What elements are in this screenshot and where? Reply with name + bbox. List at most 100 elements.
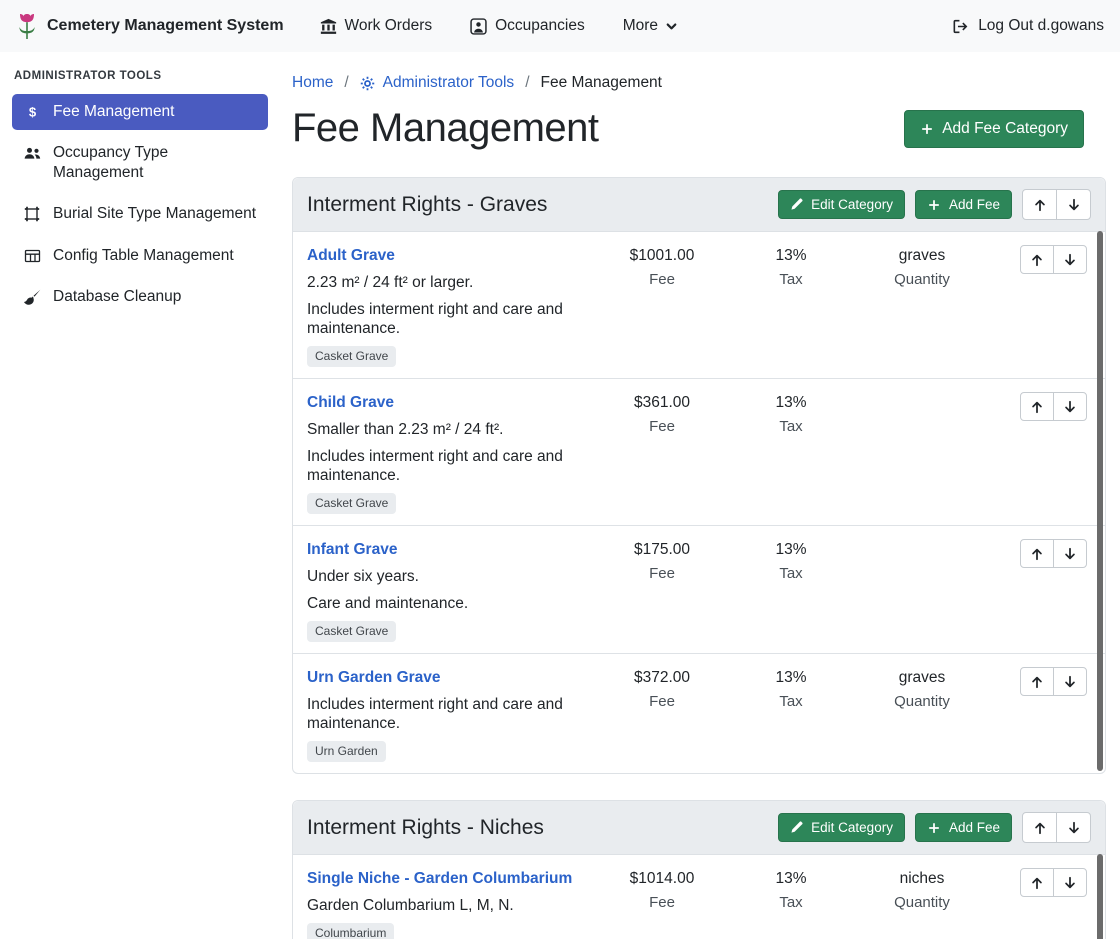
category-list: Interment Rights - Graves Edit Category … (292, 177, 1106, 939)
svg-text:$: $ (28, 105, 36, 120)
category-title: Interment Rights - Graves (307, 193, 547, 217)
tax-value: 13% (743, 540, 839, 559)
edit-category-button[interactable]: Edit Category (778, 813, 905, 842)
fee-type-badge: Casket Grave (307, 493, 396, 514)
arrow-up-icon (1033, 821, 1047, 835)
add-fee-button[interactable]: Add Fee (915, 190, 1012, 219)
fee-type-badge: Urn Garden (307, 741, 386, 762)
fee-description: Smaller than 2.23 m² / 24 ft². (307, 420, 581, 439)
move-fee-up-button[interactable] (1020, 667, 1054, 696)
fee-name-link[interactable]: Child Grave (307, 393, 394, 412)
fee-row: Urn Garden Grave Includes interment righ… (293, 653, 1105, 773)
fee-description: Includes interment right and care and ma… (307, 447, 581, 485)
fee-column-label: Fee (603, 894, 721, 912)
move-category-down-button[interactable] (1056, 189, 1091, 220)
quantity-unit: graves (861, 246, 983, 265)
card-scrollbar[interactable] (1097, 231, 1103, 771)
people-icon (22, 145, 42, 161)
app-brand[interactable]: Cemetery Management System (16, 13, 284, 40)
page-header: Fee Management Add Fee Category (292, 106, 1106, 151)
fee-row: Child Grave Smaller than 2.23 m² / 24 ft… (293, 378, 1105, 525)
arrow-up-icon (1030, 547, 1044, 561)
edit-category-button[interactable]: Edit Category (778, 190, 905, 219)
category-header: Interment Rights - Niches Edit Category … (293, 801, 1105, 855)
occupancies-icon (470, 18, 487, 35)
app-logo-icon (16, 13, 38, 40)
quantity-column-label: Quantity (861, 894, 983, 912)
arrow-down-icon (1063, 547, 1077, 561)
sidebar-item-fee-management[interactable]: $ Fee Management (12, 94, 268, 130)
tax-column-label: Tax (743, 271, 839, 289)
breadcrumb-separator: / (344, 74, 348, 92)
sidebar-item-burial-site-type-management[interactable]: Burial Site Type Management (12, 196, 268, 232)
move-fee-down-button[interactable] (1053, 667, 1087, 696)
arrow-up-icon (1030, 876, 1044, 890)
cleanup-icon (22, 289, 42, 306)
add-fee-button[interactable]: Add Fee (915, 813, 1012, 842)
fee-description: Includes interment right and care and ma… (307, 300, 581, 338)
tax-value: 13% (743, 393, 839, 412)
fee-description: Care and maintenance. (307, 594, 581, 613)
breadcrumb-separator: / (525, 74, 529, 92)
arrow-down-icon (1063, 400, 1077, 414)
nav-item-occupancies[interactable]: Occupancies (470, 17, 585, 35)
move-category-up-button[interactable] (1022, 189, 1057, 220)
fee-name-link[interactable]: Adult Grave (307, 246, 395, 265)
add-fee-category-button[interactable]: Add Fee Category (904, 110, 1084, 148)
fee-name-link[interactable]: Single Niche - Garden Columbarium (307, 869, 572, 888)
move-fee-up-button[interactable] (1020, 868, 1054, 897)
quantity-unit: graves (861, 668, 983, 687)
fee-description: Includes interment right and care and ma… (307, 695, 581, 733)
move-fee-down-button[interactable] (1053, 868, 1087, 897)
breadcrumb-admin-tools-label: Administrator Tools (383, 74, 515, 92)
burial-site-icon (22, 206, 42, 222)
navbar-menu: Work Orders Occupancies More (320, 17, 678, 35)
arrow-up-icon (1030, 400, 1044, 414)
logout-icon (952, 18, 969, 35)
tax-value: 13% (743, 869, 839, 888)
move-fee-up-button[interactable] (1020, 539, 1054, 568)
sidebar-item-config-table-management[interactable]: Config Table Management (12, 238, 268, 274)
card-scrollbar[interactable] (1097, 854, 1103, 939)
pencil-icon (790, 821, 803, 834)
main-content: Home / Administrator Tools / Fee Managem… (280, 52, 1120, 939)
edit-category-label: Edit Category (811, 197, 893, 212)
category-title: Interment Rights - Niches (307, 816, 544, 840)
nav-item-work-orders[interactable]: Work Orders (320, 17, 433, 35)
fee-amount: $361.00 (603, 393, 721, 412)
fee-amount: $1001.00 (603, 246, 721, 265)
fee-name-link[interactable]: Infant Grave (307, 540, 397, 559)
fee-description: Under six years. (307, 567, 581, 586)
logout-button[interactable]: Log Out d.gowans (952, 17, 1104, 35)
move-fee-down-button[interactable] (1053, 392, 1087, 421)
arrow-down-icon (1063, 675, 1077, 689)
move-category-down-button[interactable] (1056, 812, 1091, 843)
fee-row: Single Niche - Garden Columbarium Garden… (293, 855, 1105, 939)
add-fee-category-label: Add Fee Category (942, 120, 1068, 138)
quantity-column-label: Quantity (861, 271, 983, 289)
gear-icon (360, 76, 375, 91)
move-fee-down-button[interactable] (1053, 539, 1087, 568)
arrow-down-icon (1063, 876, 1077, 890)
fee-name-link[interactable]: Urn Garden Grave (307, 668, 441, 687)
arrow-down-icon (1067, 198, 1081, 212)
breadcrumb-admin-tools-link[interactable]: Administrator Tools (360, 74, 515, 92)
fee-amount: $175.00 (603, 540, 721, 559)
page-title: Fee Management (292, 106, 599, 151)
move-fee-down-button[interactable] (1053, 245, 1087, 274)
category-card-interment-rights-graves: Interment Rights - Graves Edit Category … (292, 177, 1106, 774)
move-category-up-button[interactable] (1022, 812, 1057, 843)
fee-type-badge: Casket Grave (307, 621, 396, 642)
sidebar-item-occupancy-type-management[interactable]: Occupancy Type Management (12, 135, 268, 191)
breadcrumb-home-link[interactable]: Home (292, 74, 333, 92)
fee-description: 2.23 m² / 24 ft² or larger. (307, 273, 581, 292)
nav-item-more[interactable]: More (623, 17, 677, 35)
move-fee-up-button[interactable] (1020, 392, 1054, 421)
sidebar-item-database-cleanup[interactable]: Database Cleanup (12, 279, 268, 315)
plus-icon (927, 821, 941, 835)
fee-type-badge: Casket Grave (307, 346, 396, 367)
move-fee-up-button[interactable] (1020, 245, 1054, 274)
tax-column-label: Tax (743, 894, 839, 912)
fee-row: Adult Grave 2.23 m² / 24 ft² or larger. I… (293, 232, 1105, 378)
arrow-up-icon (1033, 198, 1047, 212)
